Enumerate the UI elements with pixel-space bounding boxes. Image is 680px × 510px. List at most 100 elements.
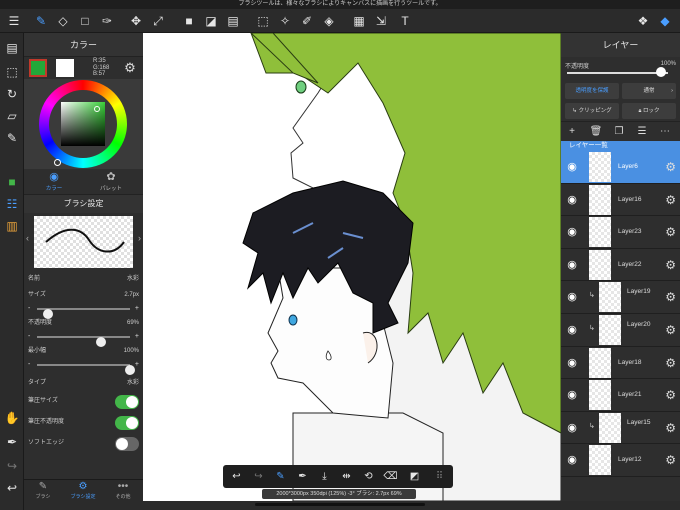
minus-icon[interactable]: - (28, 331, 30, 343)
layer-row[interactable]: ◉ Layer23 ⚙ (561, 216, 680, 249)
pressure-opacity-toggle[interactable] (115, 416, 139, 430)
tab-palette[interactable]: ✿ パレット (86, 171, 136, 192)
layer-settings-gear-icon[interactable]: ⚙ (665, 290, 676, 304)
undo-icon[interactable]: ↩ (228, 468, 245, 485)
color-panel-icon[interactable]: ■ (3, 173, 21, 191)
grip-handle-icon[interactable]: ⠿ (431, 468, 448, 485)
magic-wand-icon[interactable]: ✧ (276, 12, 294, 30)
more-icon[interactable]: ⋯ (658, 125, 672, 139)
visibility-eye-icon[interactable]: ◉ (564, 323, 580, 337)
selection-icon[interactable]: ⬚ (3, 63, 21, 81)
min-width-slider-knob[interactable] (125, 365, 135, 375)
layer-settings-gear-icon[interactable]: ⚙ (665, 258, 676, 272)
list-icon[interactable]: ☰ (635, 125, 649, 139)
layer-opacity-slider[interactable] (567, 72, 668, 74)
clipping-button[interactable]: ↳ クリッピング (565, 103, 619, 119)
layer-settings-gear-icon[interactable]: ⚙ (665, 323, 676, 337)
add-layer-icon[interactable]: + (565, 125, 579, 139)
lock-button[interactable]: 🔒︎ ロック (622, 103, 676, 119)
drawing-canvas[interactable] (143, 33, 561, 501)
main-color-swatch[interactable] (29, 59, 47, 77)
color-settings-gear-icon[interactable]: ⚙ (122, 60, 138, 76)
tab-color[interactable]: ◉ カラー (29, 171, 79, 192)
pen-tool-icon[interactable]: ✑ (98, 12, 116, 30)
layer-opacity-knob[interactable] (656, 67, 666, 77)
plus-icon[interactable]: + (135, 331, 139, 343)
visibility-eye-icon[interactable]: ◉ (564, 453, 580, 467)
eyedropper-icon[interactable]: ✒ (3, 433, 21, 451)
redo-icon[interactable]: ↪ (3, 457, 21, 475)
tab-brush[interactable]: ✎ ブラシ (24, 481, 62, 500)
visibility-eye-icon[interactable]: ◉ (564, 160, 580, 174)
eraser-icon[interactable]: ◇ (54, 12, 72, 30)
plus-icon[interactable]: + (135, 303, 139, 315)
layer-settings-gear-icon[interactable]: ⚙ (665, 193, 676, 207)
blend-mode-button[interactable]: 通常 › (622, 83, 676, 99)
layer-settings-gear-icon[interactable]: ⚙ (665, 160, 676, 174)
layer-settings-gear-icon[interactable]: ⚙ (665, 421, 676, 435)
layer-settings-gear-icon[interactable]: ⚙ (665, 453, 676, 467)
layer-row[interactable]: ◉ Layer21 ⚙ (561, 379, 680, 412)
protect-alpha-button[interactable]: 透明度を保護 (565, 83, 619, 99)
eyedropper-icon[interactable]: ✒ (294, 468, 311, 485)
snap-icon[interactable]: ✎ (3, 129, 21, 147)
layer-settings-gear-icon[interactable]: ⚙ (665, 225, 676, 239)
layers-icon[interactable]: ◆ (656, 12, 674, 30)
visibility-eye-icon[interactable]: ◉ (564, 193, 580, 207)
hand-icon[interactable]: ✋ (3, 409, 21, 427)
lasso-select-icon[interactable]: ⬚ (254, 12, 272, 30)
rect-select-icon[interactable]: □ (76, 12, 94, 30)
save-download-icon[interactable]: ⤓ (316, 468, 333, 485)
rotate-reset-icon[interactable]: ⟲ (360, 468, 377, 485)
brush-icon[interactable]: ✎ (32, 12, 50, 30)
rotate-icon[interactable]: ↻ (3, 85, 21, 103)
gradient-icon[interactable]: ▤ (224, 12, 242, 30)
ruler-icon[interactable]: ▱ (3, 107, 21, 125)
sub-color-swatch[interactable] (56, 59, 74, 77)
transform-icon[interactable]: ⤢ (149, 12, 167, 30)
pages-icon[interactable]: ▤ (3, 39, 21, 57)
layer-row[interactable]: ◉ ↳ Layer20 ⚙ (561, 313, 680, 347)
stabilizer-icon[interactable]: ✎ (272, 468, 289, 485)
bucket-icon[interactable]: ◪ (202, 12, 220, 30)
tab-brush-settings[interactable]: ⚙ ブラシ設定 (64, 481, 102, 500)
flip-horizontal-icon[interactable]: ⇹ (338, 468, 355, 485)
brush-settings-icon[interactable]: ▥ (3, 217, 21, 235)
layer-row[interactable]: ◉ Layer22 ⚙ (561, 248, 680, 282)
layout-icon[interactable]: ▦ (350, 12, 368, 30)
tab-other[interactable]: ••• その他 (104, 481, 142, 500)
minus-icon[interactable]: - (28, 303, 30, 315)
clear-layer-icon[interactable]: ⌫ (382, 468, 399, 485)
layer-row[interactable]: ◉ Layer18 ⚙ (561, 346, 680, 380)
visibility-eye-icon[interactable]: ◉ (564, 421, 580, 435)
redo-icon[interactable]: ↪ (250, 468, 267, 485)
fill-color-icon[interactable]: ■ (180, 12, 198, 30)
opacity-slider[interactable]: - + (24, 331, 143, 347)
color-swap-icon[interactable]: ◩ (406, 468, 423, 485)
select-eraser-icon[interactable]: ◈ (320, 12, 338, 30)
move-icon[interactable]: ✥ (127, 12, 145, 30)
layer-row[interactable]: ◉ ↳ Layer15 ⚙ (561, 411, 680, 445)
brush-name-row[interactable]: 名前 水彩 (24, 271, 143, 287)
visibility-eye-icon[interactable]: ◉ (564, 388, 580, 402)
layer-opacity-row[interactable]: 不透明度 100% (561, 57, 680, 81)
plus-icon[interactable]: + (135, 359, 139, 371)
menu-icon[interactable]: ☰ (5, 12, 23, 30)
next-brush-arrow-icon[interactable]: › (138, 233, 141, 243)
layer-settings-gear-icon[interactable]: ⚙ (665, 356, 676, 370)
select-pen-icon[interactable]: ✐ (298, 12, 316, 30)
materials-icon[interactable]: ❖ (634, 12, 652, 30)
visibility-eye-icon[interactable]: ◉ (564, 356, 580, 370)
pressure-size-toggle[interactable] (115, 395, 139, 409)
size-slider[interactable]: - + (24, 303, 143, 319)
hue-picker-handle[interactable] (54, 159, 61, 166)
brush-list-icon[interactable]: ☷ (3, 195, 21, 213)
sv-picker-handle[interactable] (94, 106, 100, 112)
layer-row[interactable]: ◉ Layer12 ⚙ (561, 444, 680, 477)
duplicate-icon[interactable]: ❐ (612, 125, 626, 139)
prev-brush-arrow-icon[interactable]: ‹ (26, 233, 29, 243)
min-width-slider[interactable]: - + (24, 359, 143, 375)
layer-row[interactable]: ◉ ↳ Layer19 ⚙ (561, 281, 680, 314)
undo-icon[interactable]: ↩ (3, 479, 21, 497)
layer-row[interactable]: ◉ Layer6 ⚙ (561, 151, 680, 184)
